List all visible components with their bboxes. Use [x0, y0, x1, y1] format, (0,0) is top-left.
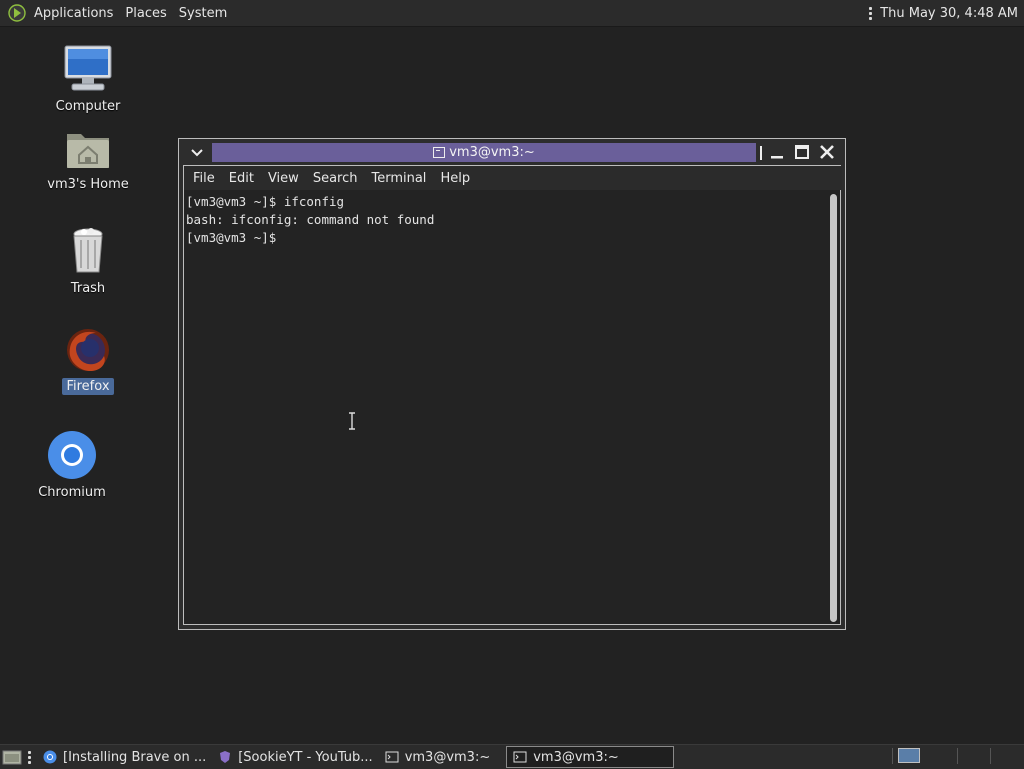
taskbar-task-label: vm3@vm3:~ [533, 749, 619, 765]
desktop-icon-computer[interactable]: Computer [43, 44, 133, 115]
minimize-icon[interactable] [769, 144, 785, 160]
window-title: vm3@vm3:~ [449, 145, 535, 160]
text-cursor-icon [349, 412, 355, 430]
maximize-icon[interactable] [794, 144, 810, 160]
desktop-icon-trash[interactable]: Trash [43, 226, 133, 297]
desktop-icon-label: vm3's Home [47, 177, 129, 192]
firefox-icon [67, 329, 109, 372]
menu-file[interactable]: File [186, 171, 222, 186]
taskbar-separator [892, 748, 893, 764]
desktop-icon-chromium[interactable]: Chromium [27, 430, 117, 501]
applications-logo-icon[interactable] [8, 4, 26, 22]
terminal-output[interactable]: [vm3@vm3 ~]$ ifconfig bash: ifconfig: com… [184, 191, 828, 624]
brave-icon [220, 751, 231, 763]
desktop-icon-label: Firefox [62, 378, 114, 395]
taskbar-task[interactable]: vm3@vm3:~ [379, 746, 497, 768]
taskbar: [Installing Brave on ... [SookieYT - You… [0, 744, 1024, 769]
terminal-icon [513, 751, 527, 763]
terminal-body: File Edit View Search Terminal Help [vm3… [183, 165, 842, 625]
menu-search[interactable]: Search [306, 171, 365, 186]
taskbar-task-label: vm3@vm3:~ [404, 749, 491, 765]
scrollbar-thumb[interactable] [830, 194, 837, 622]
trash-icon [73, 228, 103, 273]
top-panel: Applications Places System Thu May 30, 4… [0, 0, 1024, 27]
menu-terminal[interactable]: Terminal [364, 171, 433, 186]
desktop-icon-label: Chromium [38, 485, 106, 500]
terminal-icon [385, 751, 399, 763]
terminal-icon [433, 147, 446, 158]
show-desktop-icon[interactable] [2, 747, 24, 767]
clock[interactable]: Thu May 30, 4:48 AM [880, 6, 1018, 21]
home-folder-icon [67, 134, 109, 168]
terminal-window[interactable]: vm3@vm3:~ File Edit View Search Terminal… [178, 138, 846, 630]
chromium-icon [48, 431, 96, 479]
taskbar-handle-icon[interactable] [28, 750, 31, 764]
panel-kebab-icon[interactable] [869, 6, 873, 20]
taskbar-task[interactable]: [Installing Brave on ... [37, 746, 212, 768]
desktop-icon-firefox[interactable]: Firefox [43, 326, 133, 395]
menu-help[interactable]: Help [433, 171, 477, 186]
menu-system[interactable]: System [173, 6, 233, 21]
desktop-icon-label: Trash [70, 281, 106, 296]
desktop-icon-label: Computer [55, 99, 121, 114]
title-separator [760, 146, 762, 160]
taskbar-task[interactable]: [SookieYT - YouTub... [212, 746, 378, 768]
close-icon[interactable] [819, 144, 835, 160]
menu-view[interactable]: View [261, 171, 306, 186]
taskbar-separator [957, 748, 958, 764]
terminal-line: [vm3@vm3 ~]$ [186, 230, 284, 245]
computer-icon [64, 45, 112, 91]
window-titlebar[interactable]: vm3@vm3:~ [179, 139, 845, 165]
terminal-line: bash: ifconfig: command not found [186, 212, 435, 227]
taskbar-task-active[interactable]: vm3@vm3:~ [506, 746, 675, 768]
menu-edit[interactable]: Edit [222, 171, 261, 186]
chromium-icon [43, 750, 57, 764]
menu-applications[interactable]: Applications [28, 6, 119, 21]
window-menu-chevron-icon[interactable] [189, 144, 205, 160]
taskbar-task-label: [SookieYT - YouTub... [238, 749, 373, 765]
terminal-line: [vm3@vm3 ~]$ ifconfig [186, 194, 345, 209]
taskbar-task-label: [Installing Brave on ... [63, 749, 207, 765]
workspace-1[interactable] [898, 748, 920, 763]
menu-places[interactable]: Places [119, 6, 172, 21]
desktop-icon-home[interactable]: vm3's Home [43, 128, 133, 193]
terminal-menubar: File Edit View Search Terminal Help [184, 166, 842, 190]
taskbar-separator [990, 748, 991, 764]
terminal-scrollbar[interactable] [830, 194, 837, 622]
window-title-bar-fill[interactable]: vm3@vm3:~ [212, 143, 756, 162]
